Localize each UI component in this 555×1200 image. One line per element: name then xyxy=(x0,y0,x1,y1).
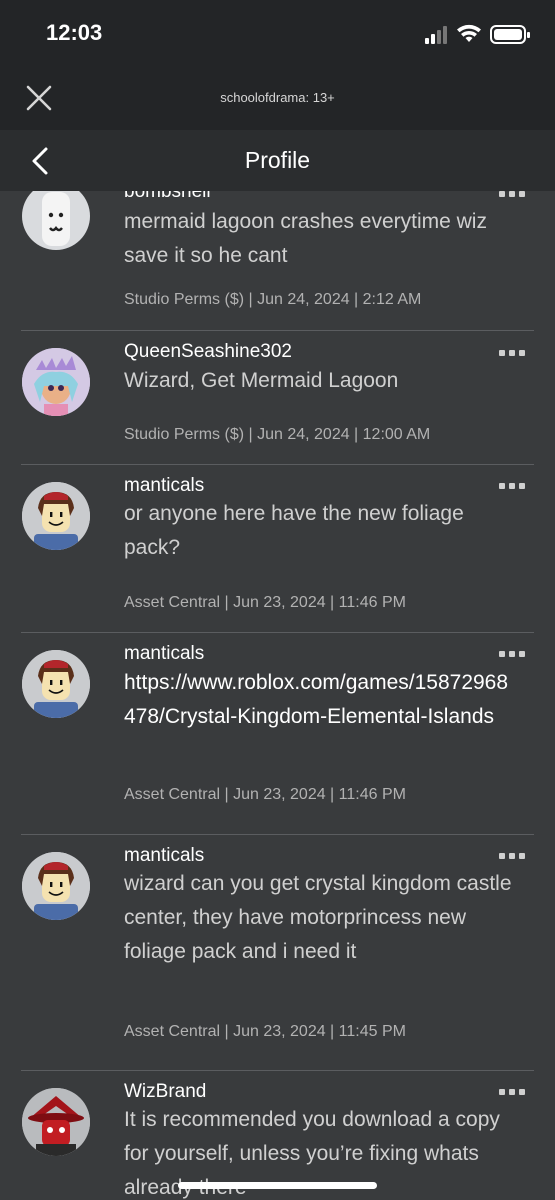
wall-post: bombshell mermaid lagoon crashes everyti… xyxy=(0,191,555,331)
post-username[interactable]: manticals xyxy=(124,643,204,665)
status-icons xyxy=(425,24,533,46)
home-indicator[interactable] xyxy=(178,1182,377,1189)
post-meta: Asset Central | Jun 23, 2024 | 11:45 PM xyxy=(124,1023,406,1040)
post-meta: Studio Perms ($) | Jun 24, 2024 | 12:00 … xyxy=(124,426,431,443)
post-username[interactable]: WizBrand xyxy=(124,1081,206,1103)
more-options-icon[interactable] xyxy=(499,649,525,659)
more-options-icon[interactable] xyxy=(499,191,525,199)
post-username[interactable]: bombshell xyxy=(124,191,211,203)
post-message: wizard can you get crystal kingdom castl… xyxy=(124,872,512,963)
robloxian-avatar-icon[interactable] xyxy=(22,650,90,718)
signal-icon xyxy=(425,26,447,44)
ghost-avatar-icon[interactable] xyxy=(22,191,90,250)
robloxian-avatar-icon[interactable] xyxy=(22,852,90,920)
more-options-icon[interactable] xyxy=(499,348,525,358)
post-username[interactable]: manticals xyxy=(124,845,204,867)
post-meta: Studio Perms ($) | Jun 24, 2024 | 2:12 A… xyxy=(124,291,422,308)
post-message: mermaid lagoon crashes everytime wiz sav… xyxy=(124,210,487,267)
battery-icon xyxy=(490,25,530,44)
experience-header: schoolofdrama: 13+ xyxy=(0,66,555,130)
mermaid-avatar-icon[interactable] xyxy=(22,348,90,416)
wall-post: manticals https://www.roblox.com/games/1… xyxy=(0,633,555,833)
wall-post: QueenSeashine302 Wizard, Get Mermaid Lag… xyxy=(0,331,555,464)
post-username[interactable]: QueenSeashine302 xyxy=(124,341,292,363)
wall-post-list[interactable]: bombshell mermaid lagoon crashes everyti… xyxy=(0,191,555,1200)
post-meta: Asset Central | Jun 23, 2024 | 11:46 PM xyxy=(124,594,406,611)
wall-post: WizBrand It is recommended you download … xyxy=(0,1071,555,1200)
post-message: or anyone here have the new foliage pack… xyxy=(124,502,464,559)
robloxian-avatar-icon[interactable] xyxy=(22,482,90,550)
post-link[interactable]: https://www.roblox.com/games/15872968478… xyxy=(124,666,514,734)
status-bar: 12:03 xyxy=(0,0,555,66)
page-title: Profile xyxy=(244,147,311,173)
more-options-icon[interactable] xyxy=(499,481,525,491)
status-time: 12:03 xyxy=(46,20,103,45)
post-meta: Asset Central | Jun 23, 2024 | 11:46 PM xyxy=(124,786,406,803)
red-wizard-avatar-icon[interactable] xyxy=(22,1088,90,1156)
more-options-icon[interactable] xyxy=(499,851,525,861)
more-options-icon[interactable] xyxy=(499,1087,525,1097)
wifi-icon xyxy=(457,24,481,42)
nav-bar: Profile xyxy=(0,130,555,191)
post-username[interactable]: manticals xyxy=(124,475,204,497)
post-message: Wizard, Get Mermaid Lagoon xyxy=(124,369,399,392)
wall-post: manticals wizard can you get crystal kin… xyxy=(0,835,555,1070)
wall-post: manticals or anyone here have the new fo… xyxy=(0,465,555,631)
game-title: schoolofdrama: 13+ xyxy=(220,90,335,105)
